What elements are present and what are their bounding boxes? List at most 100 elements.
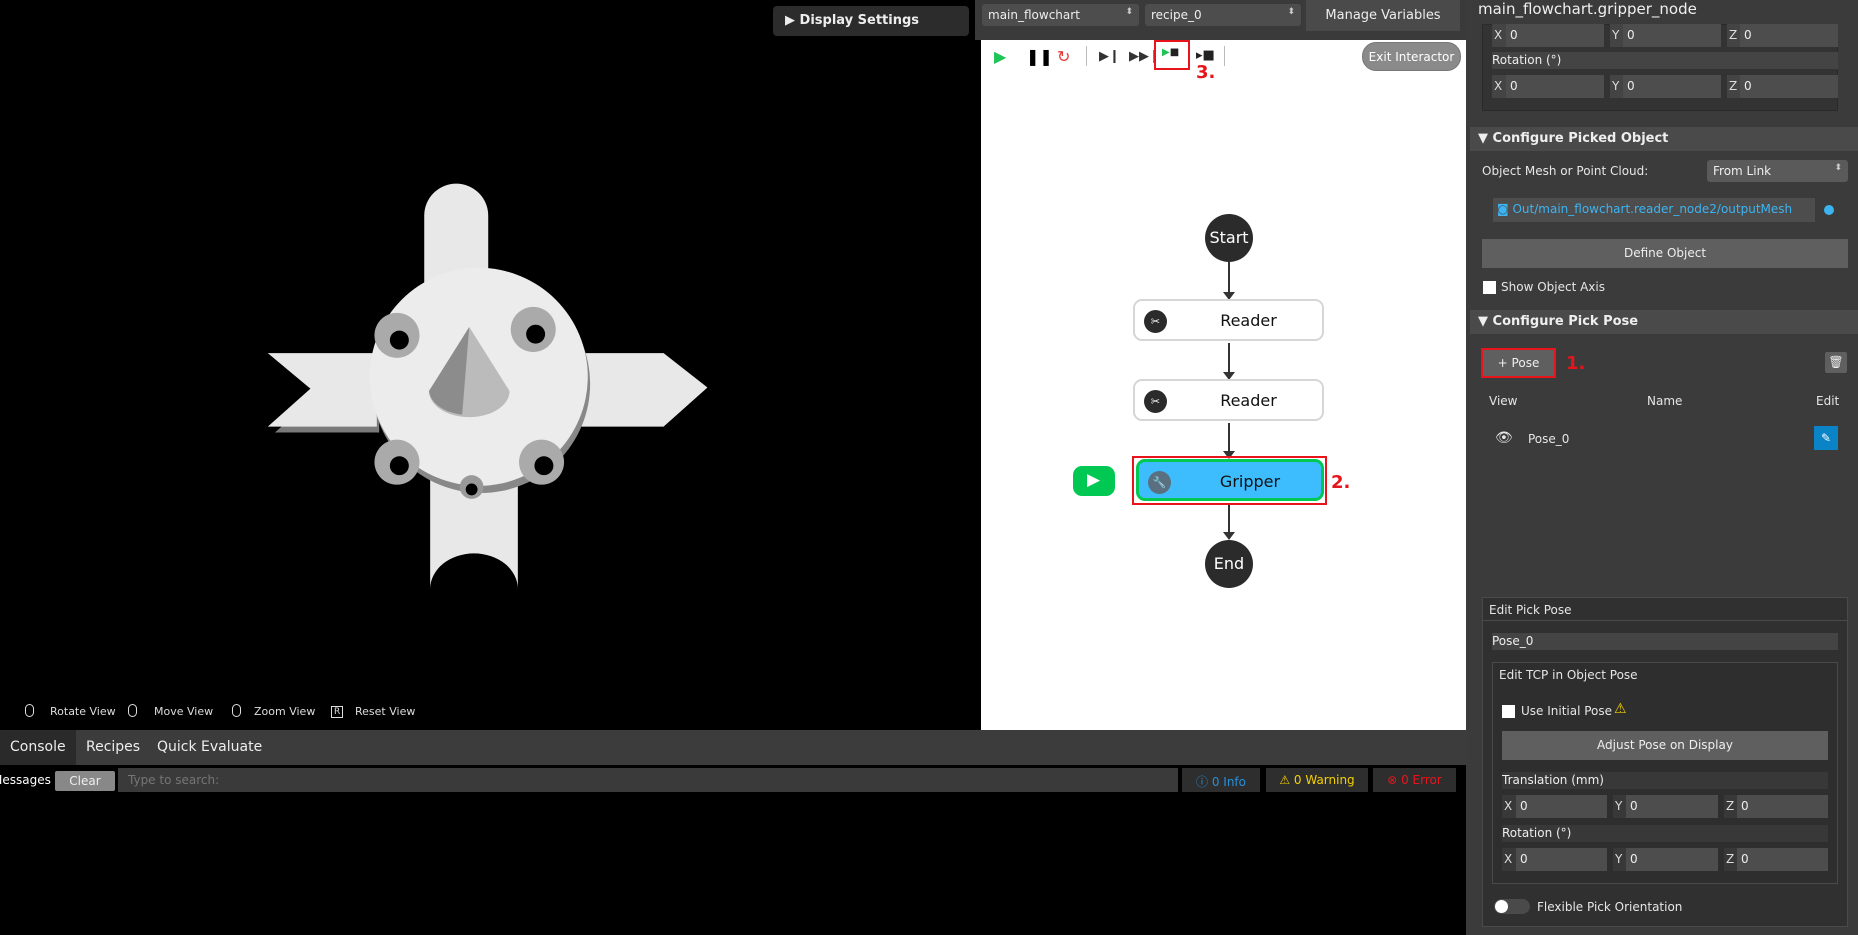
pause-icon[interactable]: ❚❚: [1026, 47, 1053, 66]
edit-pencil-icon[interactable]: ✎: [1814, 426, 1838, 450]
hint-zoom: Zoom View: [254, 705, 316, 718]
tool-icon: ✂: [1144, 310, 1167, 333]
key-r-icon: R: [331, 706, 344, 718]
recipe-select[interactable]: recipe_0 ⬍: [1145, 4, 1301, 26]
top-rotation-y[interactable]: 0: [1623, 75, 1721, 98]
rotation-y[interactable]: 0: [1626, 848, 1718, 871]
define-object-button[interactable]: Define Object: [1482, 239, 1848, 268]
edit-pick-pose-title: Edit Pick Pose: [1489, 603, 1572, 617]
show-object-axis-checkbox[interactable]: [1483, 281, 1496, 294]
toggle-knob: [1495, 900, 1508, 913]
rotation-z[interactable]: 0: [1737, 848, 1828, 871]
clear-button[interactable]: Clear: [55, 771, 115, 791]
translation-y[interactable]: 0: [1626, 795, 1718, 818]
flexible-orientation-label: Flexible Pick Orientation: [1537, 900, 1683, 914]
configure-picked-object-header[interactable]: ▼ Configure Picked Object: [1470, 127, 1858, 151]
col-name: Name: [1647, 394, 1683, 408]
info-count: 0 Info: [1211, 775, 1246, 789]
top-translation-x[interactable]: 0: [1506, 24, 1604, 47]
tool-icon: ✂: [1144, 390, 1167, 413]
updown-icon: ⬍: [1125, 7, 1133, 17]
col-view: View: [1489, 394, 1518, 408]
flowchart-select[interactable]: main_flowchart ⬍: [982, 4, 1139, 26]
flowchart-select-value: main_flowchart: [988, 8, 1080, 22]
run-node-button[interactable]: ▶: [1073, 466, 1115, 496]
section-title: Configure Pick Pose: [1492, 314, 1639, 329]
annotation-3: 3.: [1196, 62, 1216, 83]
error-count: 0 Error: [1401, 773, 1442, 787]
restart-icon[interactable]: ↻: [1057, 47, 1070, 66]
edge-arrow: [1223, 262, 1235, 300]
toolbar-separator: [1224, 46, 1225, 66]
gripper-node[interactable]: 🔧 Gripper: [1136, 459, 1324, 501]
top-translation-z[interactable]: 0: [1740, 24, 1838, 47]
3d-viewport[interactable]: ▶ Display Settings Rotate View Move View…: [0, 0, 975, 730]
rotation-x[interactable]: 0: [1516, 848, 1607, 871]
top-translation-y[interactable]: 0: [1623, 24, 1721, 47]
configure-pick-pose-header[interactable]: ▼ Configure Pick Pose: [1470, 310, 1858, 334]
trash-icon[interactable]: 🗑: [1825, 352, 1847, 373]
reader-node-1[interactable]: ✂ Reader: [1133, 299, 1324, 341]
exit-interactor-button[interactable]: Exit Interactor: [1362, 42, 1461, 71]
display-settings-button[interactable]: ▶ Display Settings: [773, 6, 969, 36]
messages-label: Messages: [0, 773, 51, 787]
translation-x[interactable]: 0: [1516, 795, 1607, 818]
top-rotation-x[interactable]: 0: [1506, 75, 1604, 98]
hint-rotate: Rotate View: [50, 705, 116, 718]
info-filter[interactable]: ⓘ 0 Info: [1182, 768, 1260, 792]
console-search-input[interactable]: [118, 768, 1178, 792]
link-status-dot: [1824, 205, 1834, 215]
toolbar-separator: [1086, 46, 1087, 66]
edge-arrow: [1223, 423, 1235, 459]
use-initial-pose-checkbox[interactable]: [1502, 705, 1515, 718]
axis-z-label: Z: [1727, 24, 1741, 47]
updown-icon: ⬍: [1287, 7, 1295, 17]
interactor-icon[interactable]: ▸■: [1196, 48, 1215, 63]
axis-z-label: Z: [1724, 848, 1738, 871]
start-node[interactable]: Start: [1205, 214, 1253, 262]
axis-y-label: Y: [1610, 75, 1624, 98]
hint-move: Move View: [154, 705, 214, 718]
mesh-link-text: Out/main_flowchart.reader_node2/outputMe…: [1512, 202, 1793, 216]
link-icon: ◙: [1497, 202, 1509, 216]
axis-y-label: Y: [1613, 848, 1627, 871]
translation-label: Translation (mm): [1502, 772, 1828, 789]
node-label: Reader: [1220, 391, 1277, 410]
manage-variables-button[interactable]: Manage Variables: [1306, 0, 1460, 31]
edit-tcp-title: Edit TCP in Object Pose: [1499, 668, 1638, 682]
recipe-select-value: recipe_0: [1151, 8, 1202, 22]
mesh-source-label: Object Mesh or Point Cloud:: [1482, 164, 1649, 178]
node-label: Gripper: [1219, 472, 1281, 491]
end-node[interactable]: End: [1205, 540, 1253, 588]
flexible-orientation-toggle[interactable]: [1494, 899, 1530, 914]
pose-name[interactable]: Pose_0: [1528, 432, 1569, 446]
error-filter[interactable]: ⊗ 0 Error: [1373, 768, 1456, 792]
hint-reset: Reset View: [355, 705, 416, 718]
warning-filter[interactable]: ⚠ 0 Warning: [1266, 768, 1368, 792]
top-rotation-label: Rotation (°): [1492, 52, 1838, 69]
pose-name-field[interactable]: Pose_0: [1492, 633, 1838, 650]
adjust-pose-button[interactable]: Adjust Pose on Display: [1502, 731, 1828, 760]
eye-icon[interactable]: 👁: [1495, 430, 1513, 446]
reader-node-2[interactable]: ✂ Reader: [1133, 379, 1324, 421]
tab-console[interactable]: Console: [0, 730, 76, 765]
mesh-source-value: From Link: [1713, 164, 1772, 178]
top-rotation-z[interactable]: 0: [1740, 75, 1838, 98]
axis-y-label: Y: [1610, 24, 1624, 47]
play-icon[interactable]: ▶: [994, 47, 1006, 66]
run-to-node-icon: ▶■: [1162, 47, 1180, 58]
axis-x-label: X: [1492, 75, 1506, 98]
mesh-source-select[interactable]: From Link ⬍: [1707, 160, 1848, 182]
add-pose-button[interactable]: + Pose: [1481, 348, 1556, 378]
run-to-node-button[interactable]: ▶■: [1154, 40, 1190, 70]
col-edit: Edit: [1816, 394, 1840, 408]
tab-quick-evaluate[interactable]: Quick Evaluate: [147, 730, 272, 765]
step-icon[interactable]: ▶❙: [1099, 49, 1120, 64]
3d-object-mesh: [267, 183, 708, 589]
warning-icon: ⚠: [1614, 701, 1627, 717]
translation-z[interactable]: 0: [1737, 795, 1828, 818]
mesh-link-field[interactable]: ◙ Out/main_flowchart.reader_node2/output…: [1493, 198, 1815, 222]
tab-recipes[interactable]: Recipes: [76, 730, 150, 765]
divider: [1482, 620, 1848, 621]
mouse-left-icon: [25, 704, 34, 717]
